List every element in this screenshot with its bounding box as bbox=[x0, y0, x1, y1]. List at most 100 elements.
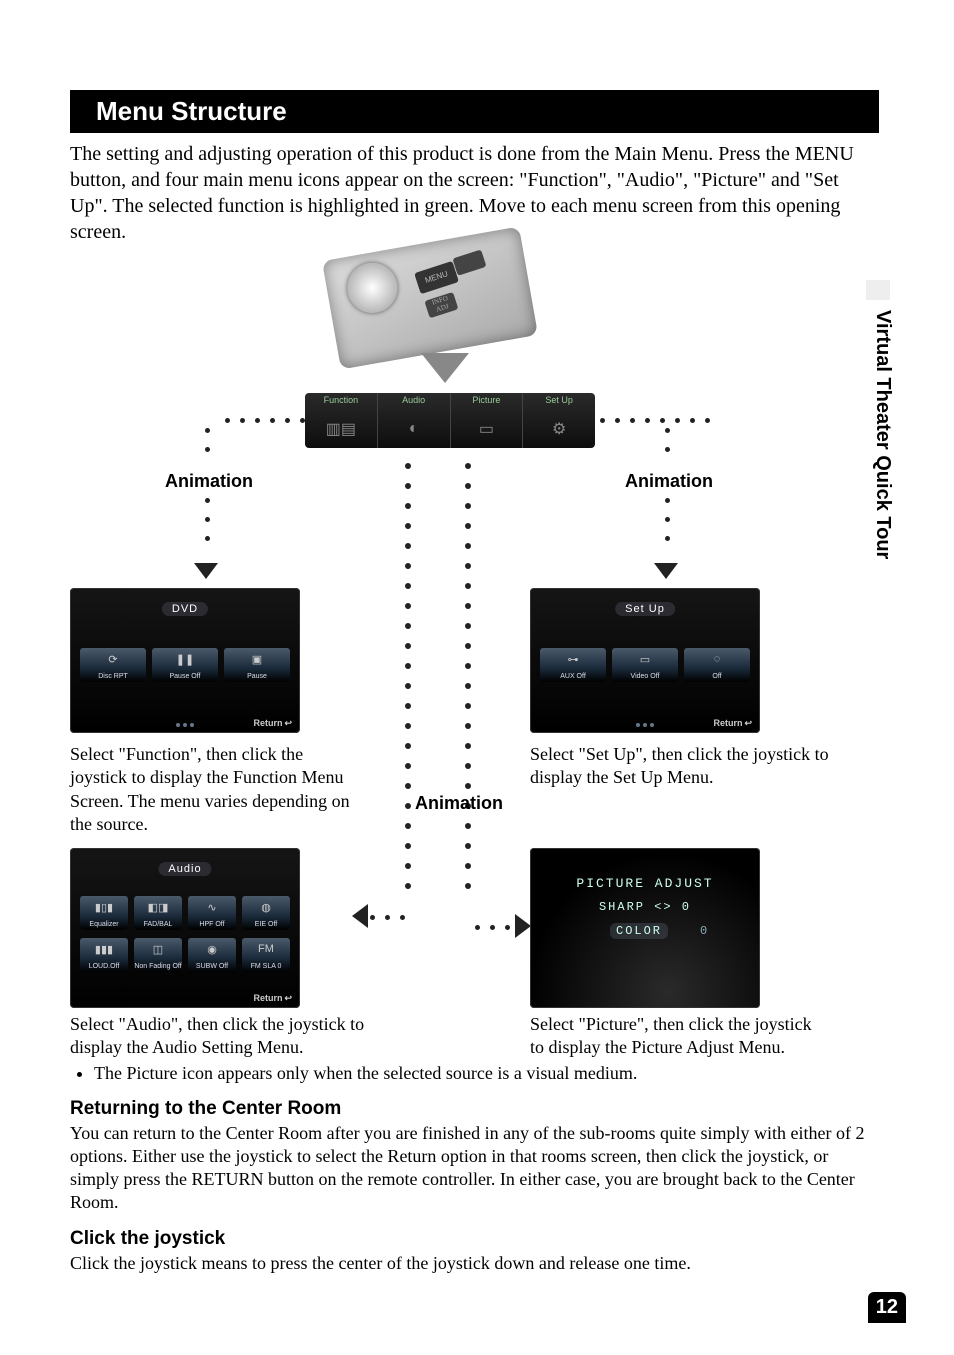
tile-label: Non Fading Off bbox=[134, 963, 181, 970]
arrow-down-icon bbox=[194, 563, 218, 579]
audio-caption: Select "Audio", then click the joystick … bbox=[70, 1013, 370, 1060]
equalizer-icon: ▮▯▮ bbox=[80, 901, 128, 914]
tile-label: FAD/BAL bbox=[144, 921, 173, 928]
menu-item-label: Picture bbox=[451, 395, 523, 405]
subwoofer-icon: ◉ bbox=[188, 943, 236, 956]
tile-label: Pause Off bbox=[169, 673, 200, 680]
arrow-left-icon bbox=[352, 904, 368, 928]
dotted-path bbox=[465, 463, 471, 889]
tile-fm-sla: FM FM SLA 0 bbox=[242, 938, 290, 972]
tile-pause: ▣Pause bbox=[224, 648, 290, 682]
nonfading-icon: ◫ bbox=[134, 943, 182, 956]
menu-item-picture: Picture ▭ bbox=[451, 393, 524, 448]
picture-caption: Select "Picture", then click the joystic… bbox=[530, 1013, 830, 1060]
click-joystick-heading: Click the joystick bbox=[70, 1228, 879, 1250]
picture-title: PICTURE ADJUST bbox=[530, 876, 760, 891]
dotted-path bbox=[475, 925, 510, 930]
dotted-path bbox=[405, 463, 411, 889]
tile-label: EIE Off bbox=[255, 921, 277, 928]
tile-label: Pause bbox=[247, 673, 267, 680]
screen-title: DVD bbox=[162, 602, 208, 616]
menu-item-audio: Audio ◐ bbox=[378, 393, 451, 448]
tile-equalizer: ▮▯▮ Equalizer bbox=[80, 896, 128, 930]
setup-menu-screen: Set Up ⊶ AUX Off ▭ Video Off ◌Off Return bbox=[530, 588, 760, 733]
tile-eie-off: ◍ EIE Off bbox=[242, 896, 290, 930]
tile-label: SUBW Off bbox=[196, 963, 228, 970]
tile-label: Disc RPT bbox=[98, 673, 128, 680]
joystick-knob-icon bbox=[343, 259, 401, 317]
returning-heading: Returning to the Center Room bbox=[70, 1098, 879, 1120]
tile-label: Video Off bbox=[631, 673, 660, 680]
setup-icon: ⚙ bbox=[523, 409, 595, 448]
tile-label: FM SLA 0 bbox=[251, 963, 282, 970]
tile-label: Off bbox=[712, 673, 721, 680]
page-indicator bbox=[176, 723, 194, 727]
video-icon: ▭ bbox=[612, 653, 678, 666]
picture-icon: ▭ bbox=[451, 409, 523, 448]
note-item: The Picture icon appears only when the s… bbox=[94, 1063, 879, 1084]
tile-video-off: ▭ Video Off bbox=[612, 648, 678, 682]
dotted-path bbox=[225, 418, 305, 423]
eie-icon: ◍ bbox=[242, 901, 290, 914]
menu-item-label: Function bbox=[305, 395, 377, 405]
function-menu-screen: DVD ⟳ Disc RPT ❚❚ Pause Off ▣Pause Return bbox=[70, 588, 300, 733]
function-icon: ▥▤ bbox=[305, 409, 377, 448]
tile-label: Equalizer bbox=[89, 921, 118, 928]
tile-fad-bal: ◧◨ FAD/BAL bbox=[134, 896, 182, 930]
return-label: Return bbox=[253, 993, 292, 1004]
picture-adjust-screen: PICTURE ADJUST SHARP <> 0 COLOR 0 bbox=[530, 848, 760, 1008]
repeat-icon: ⟳ bbox=[80, 653, 146, 666]
fm-icon: FM bbox=[242, 943, 290, 955]
main-menu-bar: Function ▥▤ Audio ◐ Picture ▭ Set Up ⚙ bbox=[305, 393, 595, 448]
audio-icon: ◐ bbox=[378, 409, 450, 448]
tile-label: HPF Off bbox=[199, 921, 224, 928]
dotted-path bbox=[600, 418, 710, 423]
dotted-path bbox=[205, 498, 210, 541]
screen-title: Set Up bbox=[615, 602, 675, 616]
dotted-path bbox=[370, 915, 405, 920]
animation-label: Animation bbox=[625, 471, 713, 492]
dotted-path bbox=[665, 498, 670, 541]
tile-off: ◌Off bbox=[684, 648, 750, 682]
page-indicator bbox=[636, 723, 654, 727]
picture-color-value: 0 bbox=[700, 924, 707, 938]
picture-sharp-row: SHARP <> 0 bbox=[530, 900, 760, 914]
returning-body: You can return to the Center Room after … bbox=[70, 1122, 879, 1214]
tile-nonfading-off: ◫ Non Fading Off bbox=[134, 938, 182, 972]
tile-label: AUX Off bbox=[560, 673, 586, 680]
dotted-path bbox=[205, 428, 210, 452]
setup-caption: Select "Set Up", then click the joystick… bbox=[530, 743, 830, 790]
return-label: Return bbox=[253, 718, 292, 729]
arrow-down-icon bbox=[421, 353, 469, 383]
tile-disc-rpt: ⟳ Disc RPT bbox=[80, 648, 146, 682]
click-joystick-body: Click the joystick means to press the ce… bbox=[70, 1252, 879, 1275]
aux-icon: ⊶ bbox=[540, 653, 606, 666]
tile-pause-off: ❚❚ Pause Off bbox=[152, 648, 218, 682]
animation-label: Animation bbox=[165, 471, 253, 492]
info-button-icon: INFO ADJ bbox=[424, 292, 458, 318]
menu-item-label: Audio bbox=[378, 395, 450, 405]
remote-button-icon bbox=[452, 249, 486, 275]
menu-item-setup: Set Up ⚙ bbox=[523, 393, 595, 448]
hpf-icon: ∿ bbox=[188, 901, 236, 914]
tile-label: LOUD.Off bbox=[89, 963, 120, 970]
page-number: 12 bbox=[868, 1292, 906, 1323]
function-caption: Select "Function", then click the joysti… bbox=[70, 743, 360, 837]
arrow-down-icon bbox=[654, 563, 678, 579]
section-heading: Menu Structure bbox=[70, 90, 879, 133]
tile-loud-off: ▮▮▮ LOUD.Off bbox=[80, 938, 128, 972]
animation-label: Animation bbox=[415, 793, 503, 814]
menu-item-label: Set Up bbox=[523, 395, 595, 405]
menu-structure-diagram: MENU INFO ADJ Function ▥▤ Audio ◐ Pictur… bbox=[70, 253, 879, 1043]
pause-icon: ❚❚ bbox=[152, 653, 218, 666]
arrow-right-icon bbox=[515, 914, 531, 938]
menu-button-icon: MENU bbox=[414, 261, 459, 294]
balance-icon: ◧◨ bbox=[134, 901, 182, 914]
tile-subw-off: ◉ SUBW Off bbox=[188, 938, 236, 972]
notes-list: The Picture icon appears only when the s… bbox=[70, 1063, 879, 1084]
remote-illustration: MENU INFO ADJ bbox=[322, 226, 538, 369]
return-label: Return bbox=[713, 718, 752, 729]
audio-menu-screen: Audio ▮▯▮Equalizer ◧◨FAD/BAL ∿HPF Off ◍E… bbox=[70, 848, 300, 1008]
menu-item-function: Function ▥▤ bbox=[305, 393, 378, 448]
loudness-icon: ▮▮▮ bbox=[80, 943, 128, 956]
